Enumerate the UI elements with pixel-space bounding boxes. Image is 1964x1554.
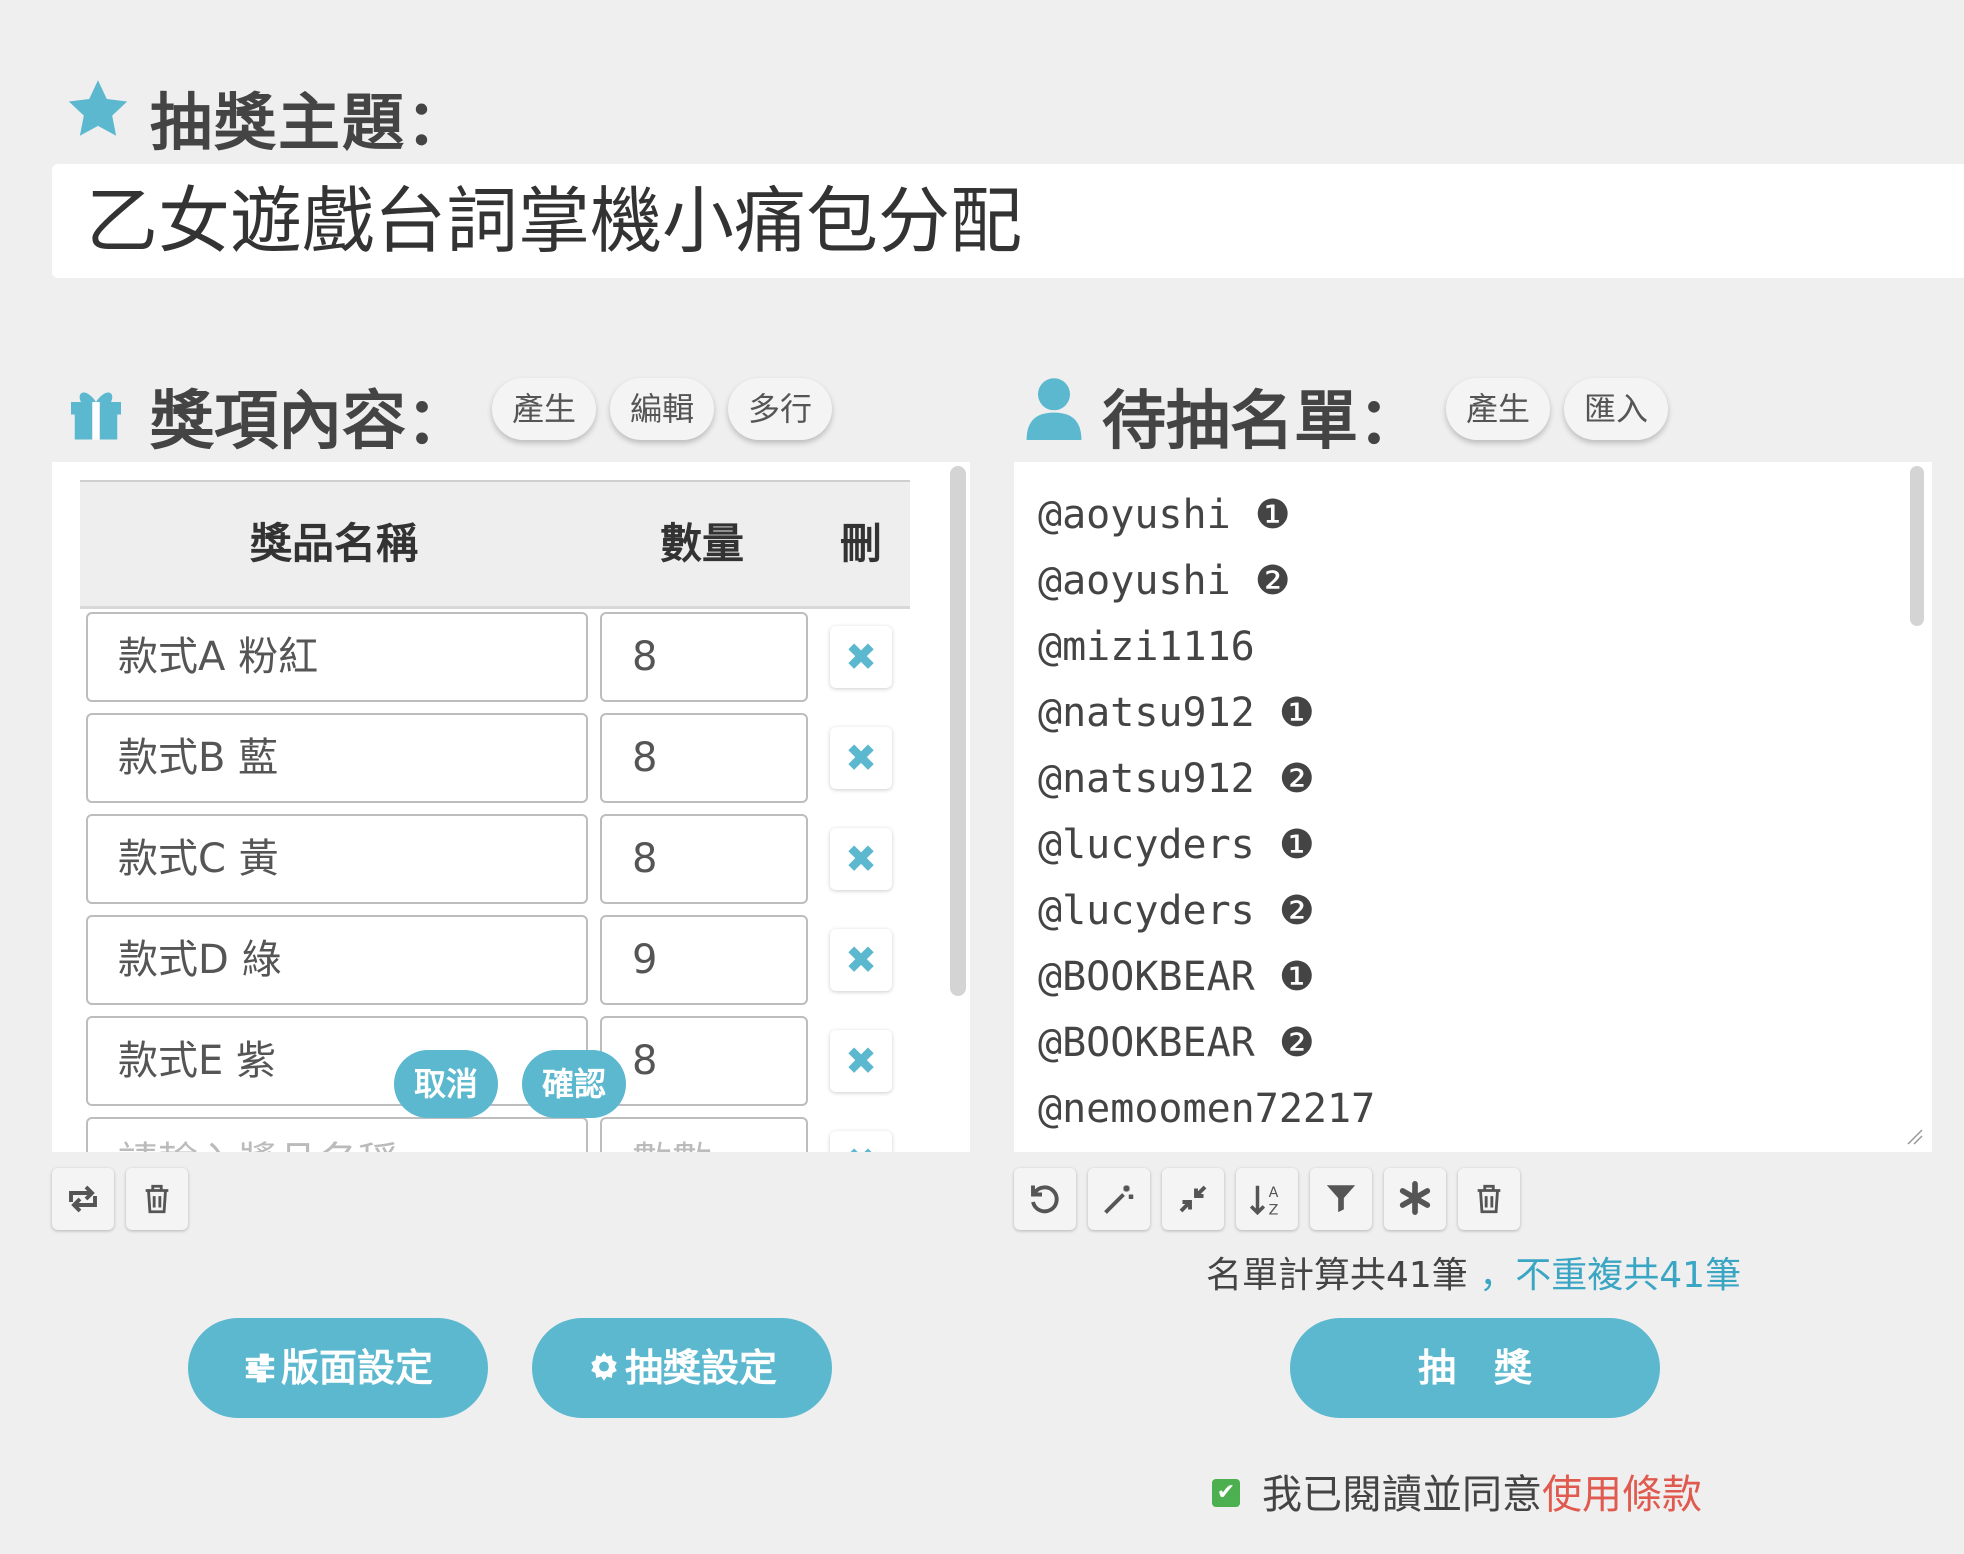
prize-qty-input[interactable]: 8	[600, 814, 808, 904]
terms-link[interactable]: 使用條款	[1542, 1472, 1702, 1518]
prize-scrollbar[interactable]	[950, 466, 966, 996]
prize-qty-input[interactable]: 8	[600, 612, 808, 702]
theme-label: 抽獎主題：	[150, 86, 471, 159]
names-scrollbar[interactable]	[1910, 466, 1924, 626]
prize-name-input[interactable]: 款式A 粉紅	[86, 612, 588, 702]
asterisk-button[interactable]	[1384, 1168, 1446, 1230]
prize-name-input[interactable]: 款式E 紫	[86, 1016, 588, 1106]
name-entry: @aoyushi ❷	[1038, 558, 1291, 604]
name-entry: @lucyders ❶	[1038, 822, 1315, 868]
prize-name-input[interactable]: 款式B 藍	[86, 713, 588, 803]
star-icon	[68, 80, 128, 136]
layout-settings-button[interactable]: 版面設定	[188, 1318, 488, 1418]
sort-button[interactable]: A Z	[1236, 1168, 1298, 1230]
compress-button[interactable]	[1162, 1168, 1224, 1230]
clear-names-button[interactable]	[1458, 1168, 1520, 1230]
delete-row-button[interactable]: ✖	[830, 727, 892, 789]
agreement: ✔ 我已閱讀並同意使用條款	[1212, 1462, 1702, 1520]
delete-row-button[interactable]: ✖	[830, 1131, 892, 1152]
header-prize-name: 獎品名稱	[250, 519, 419, 568]
delete-row-button[interactable]: ✖	[830, 1030, 892, 1092]
user-icon	[1026, 378, 1082, 440]
new-prize-qty-input[interactable]: 數數	[600, 1117, 808, 1152]
magic-button[interactable]	[1088, 1168, 1150, 1230]
sliders-icon	[245, 1353, 275, 1382]
undo-icon	[1031, 1185, 1059, 1214]
draw-settings-button[interactable]: 抽獎設定	[532, 1318, 832, 1418]
sort-alpha-icon: A Z	[1249, 1185, 1279, 1218]
delete-row-button[interactable]: ✖	[830, 626, 892, 688]
prize-edit-button[interactable]: 編輯	[610, 378, 714, 440]
shuffle-button[interactable]	[52, 1168, 114, 1230]
resize-handle-icon[interactable]	[1904, 1126, 1924, 1146]
new-prize-name-input[interactable]: 請輸入獎品名稱	[86, 1117, 588, 1152]
theme-input[interactable]: 乙女遊戲台詞掌機小痛包分配	[52, 164, 1964, 278]
name-entry: @BOOKBEAR ❶	[1038, 954, 1315, 1000]
trash-icon	[1477, 1184, 1501, 1214]
asterisk-icon	[1399, 1181, 1431, 1215]
trash-icon	[145, 1184, 169, 1214]
agree-text: 我已閱讀並同意	[1262, 1472, 1542, 1518]
svg-text:Z: Z	[1269, 1202, 1279, 1218]
filter-icon	[1326, 1185, 1356, 1213]
clear-prizes-button[interactable]	[126, 1168, 188, 1230]
count-total: 名單計算共41筆	[1206, 1255, 1468, 1296]
prize-name-input[interactable]: 款式D 綠	[86, 915, 588, 1005]
name-count: 名單計算共41筆 ，不重複共41筆	[1206, 1246, 1741, 1298]
header-delete: 刪	[840, 519, 883, 568]
name-entry: @mizi1116	[1038, 624, 1255, 670]
names-label: 待抽名單：	[1102, 385, 1422, 459]
header-quantity: 數量	[660, 519, 745, 568]
prize-table-panel: 獎品名稱 數量 刪 款式A 粉紅 8 ✖ 款式B 藍 8 ✖ 款式C 黃 8 ✖…	[52, 462, 970, 1152]
undo-button[interactable]	[1014, 1168, 1076, 1230]
prize-qty-input[interactable]: 9	[600, 915, 808, 1005]
draw-button[interactable]: 抽 獎	[1290, 1318, 1660, 1418]
filter-button[interactable]	[1310, 1168, 1372, 1230]
name-entry: @lucyders ❷	[1038, 888, 1315, 934]
prize-multiline-button[interactable]: 多行	[728, 378, 832, 440]
name-entry: @natsu912 ❶	[1038, 690, 1315, 736]
prize-qty-input[interactable]: 8	[600, 713, 808, 803]
names-generate-button[interactable]: 產生	[1446, 378, 1550, 440]
name-entry: @natsu912 ❷	[1038, 756, 1315, 802]
confirm-button[interactable]: 確認	[522, 1050, 626, 1118]
delete-row-button[interactable]: ✖	[830, 929, 892, 991]
gift-icon	[71, 392, 121, 440]
name-entry: @BOOKBEAR ❷	[1038, 1020, 1315, 1066]
layout-settings-label: 版面設定	[280, 1346, 433, 1390]
prize-generate-button[interactable]: 產生	[492, 378, 596, 440]
name-entry: @nemoomen72217	[1038, 1086, 1376, 1132]
agree-checkbox[interactable]: ✔	[1212, 1479, 1240, 1507]
magic-wand-icon	[1104, 1185, 1134, 1214]
svg-text:A: A	[1269, 1185, 1279, 1201]
retweet-icon	[69, 1185, 97, 1213]
delete-row-button[interactable]: ✖	[830, 828, 892, 890]
cancel-button[interactable]: 取消	[394, 1050, 498, 1118]
prize-qty-input[interactable]: 8	[600, 1016, 808, 1106]
prize-table-header: 獎品名稱 數量 刪	[80, 480, 910, 609]
compress-icon	[1179, 1185, 1207, 1213]
names-textarea[interactable]: @aoyushi ❶ @aoyushi ❷ @mizi1116 @natsu91…	[1014, 462, 1932, 1152]
prizes-label: 獎項內容：	[150, 385, 470, 459]
name-entry: @aoyushi ❶	[1038, 492, 1291, 538]
gear-icon	[591, 1351, 617, 1381]
names-import-button[interactable]: 匯入	[1564, 378, 1668, 440]
prize-name-input[interactable]: 款式C 黃	[86, 814, 588, 904]
draw-settings-label: 抽獎設定	[624, 1346, 777, 1390]
count-unique: ，不重複共41筆	[1479, 1255, 1742, 1296]
